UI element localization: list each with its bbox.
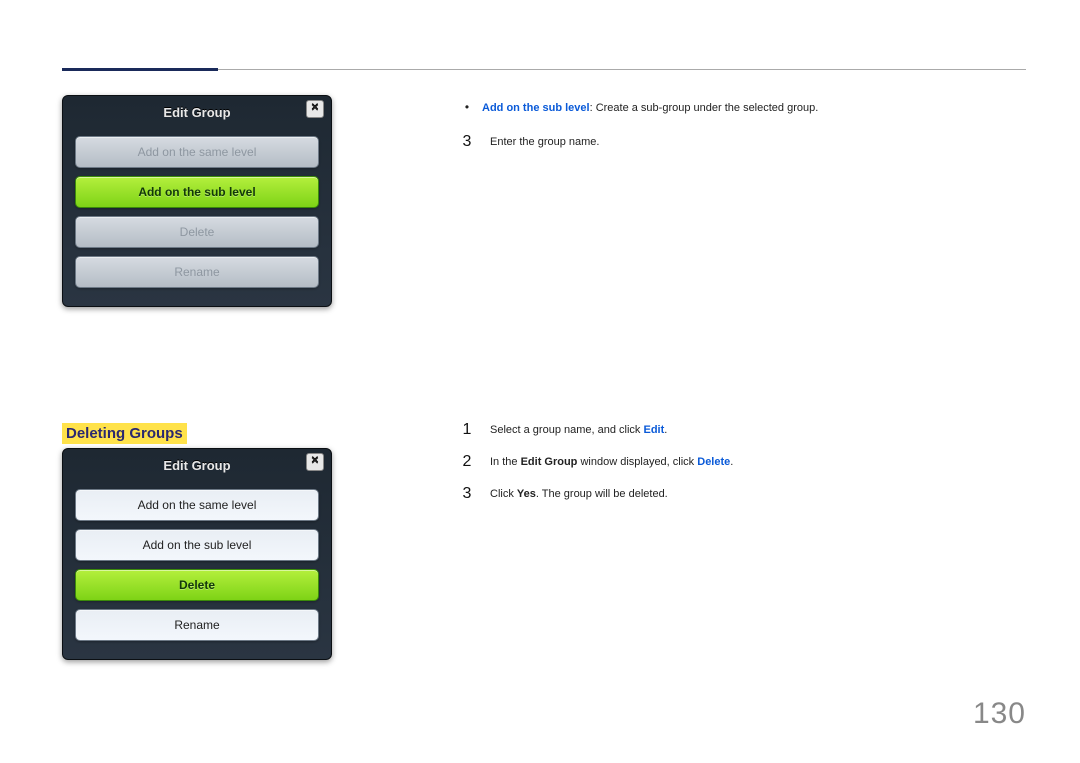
step-2-edit-group: Edit Group [521,456,578,468]
step-number-3: 3 [460,134,474,150]
close-icon: ✕ [311,456,319,467]
step-2-text: In the Edit Group window displayed, clic… [490,454,733,470]
step-3-text: Click Yes. The group will be deleted. [490,486,668,502]
add-sub-level-button[interactable]: Add on the sub level [75,529,319,561]
add-sub-level-button[interactable]: Add on the sub level [75,176,319,208]
edit-group-dialog-2: Edit Group ✕ Add on the same level Add o… [62,448,332,660]
step-1-edit: Edit [643,424,664,436]
bullet-dot: • [460,100,474,114]
step-3-text: Enter the group name. [490,134,599,150]
step-1c: . [664,424,667,436]
header-rule [218,69,1026,70]
step-3-yes: Yes [517,488,536,500]
step-1a: Select a group name, and click [490,424,643,436]
header-accent-bar [62,68,218,71]
bullet-keyword: Add on the sub level [482,102,590,114]
step-3c: . The group will be deleted. [536,488,668,500]
step-2e: . [730,456,733,468]
delete-button[interactable]: Delete [75,216,319,248]
add-same-level-button[interactable]: Add on the same level [75,136,319,168]
step-3a: Click [490,488,517,500]
section-deleting-groups-steps: 1 Select a group name, and click Edit. 2… [460,422,1000,518]
page-number: 130 [973,697,1026,731]
add-same-level-button[interactable]: Add on the same level [75,489,319,521]
dialog-title: Edit Group [163,105,230,120]
bullet-text: Add on the sub level: Create a sub-group… [482,100,818,116]
step-1-text: Select a group name, and click Edit. [490,422,667,438]
rename-button[interactable]: Rename [75,256,319,288]
heading-deleting-groups: Deleting Groups [62,423,187,444]
step-number-1: 1 [460,422,474,438]
close-button[interactable]: ✕ [306,100,324,118]
step-2c: window displayed, click [577,456,697,468]
rename-button[interactable]: Rename [75,609,319,641]
close-icon: ✕ [311,103,319,114]
close-button[interactable]: ✕ [306,453,324,471]
edit-group-dialog-1: Edit Group ✕ Add on the same level Add o… [62,95,332,307]
step-number-2: 2 [460,454,474,470]
bullet-rest: : Create a sub-group under the selected … [590,102,819,114]
step-2a: In the [490,456,521,468]
dialog-header: Edit Group ✕ [75,449,319,481]
step-2-delete: Delete [697,456,730,468]
section-add-sub-level: • Add on the sub level: Create a sub-gro… [460,100,1000,166]
dialog-header: Edit Group ✕ [75,96,319,128]
step-number-3: 3 [460,486,474,502]
dialog-title: Edit Group [163,458,230,473]
delete-button[interactable]: Delete [75,569,319,601]
